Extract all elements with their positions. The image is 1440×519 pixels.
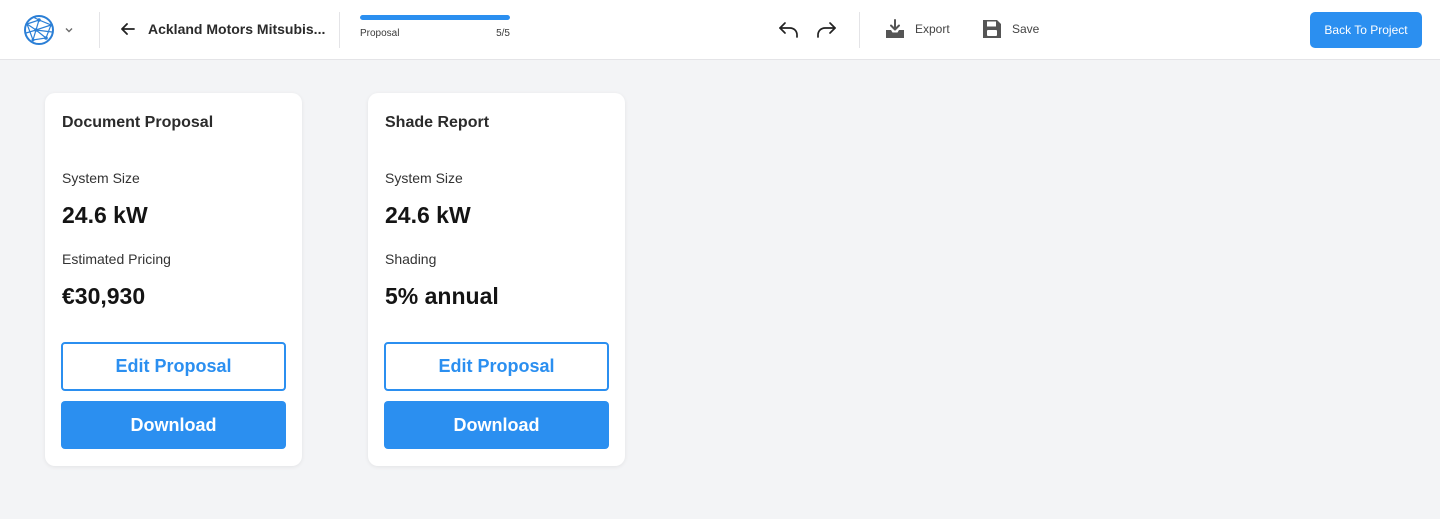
edit-proposal-button[interactable]: Edit Proposal	[61, 342, 286, 391]
top-toolbar: Ackland Motors Mitsubis... Proposal 5/5 …	[0, 0, 1440, 60]
save-label: Save	[1012, 22, 1040, 36]
estimated-pricing-value: €30,930	[62, 283, 146, 309]
toolbar-divider	[859, 12, 860, 48]
card-title: Shade Report	[385, 114, 490, 131]
arrow-left-icon[interactable]	[119, 20, 137, 38]
system-size-value: 24.6 kW	[385, 202, 471, 228]
toolbar-divider	[99, 12, 100, 48]
system-size-value: 24.6 kW	[62, 202, 148, 228]
progress-step: 5/5	[496, 28, 510, 39]
estimated-pricing-label: Estimated Pricing	[62, 251, 171, 267]
progress-fill	[360, 15, 510, 20]
save-button[interactable]: Save	[981, 18, 1039, 40]
system-size-label: System Size	[385, 170, 463, 186]
floppy-disk-icon	[983, 20, 1001, 38]
logo-menu[interactable]	[22, 13, 74, 47]
system-size-label: System Size	[62, 170, 140, 186]
shade-report-card: Shade Report System Size 24.6 kW Shading…	[368, 93, 625, 466]
back-to-project-button[interactable]: Back To Project	[1310, 12, 1422, 48]
chevron-down-icon	[65, 28, 73, 33]
edit-proposal-button[interactable]: Edit Proposal	[384, 342, 609, 391]
redo-icon[interactable]	[816, 18, 838, 40]
shading-label: Shading	[385, 251, 437, 267]
shading-value: 5% annual	[385, 283, 499, 309]
card-title: Document Proposal	[62, 114, 214, 131]
export-label: Export	[915, 22, 950, 36]
project-title: Ackland Motors Mitsubis...	[148, 21, 326, 37]
toolbar-divider	[339, 12, 340, 48]
progress-track	[360, 15, 510, 20]
globe-mesh-icon	[24, 15, 54, 45]
proposal-progress: Proposal 5/5	[360, 15, 510, 39]
document-proposal-card: Document Proposal System Size 24.6 kW Es…	[45, 93, 302, 466]
progress-label: Proposal	[360, 28, 400, 39]
export-button[interactable]: Export	[884, 18, 950, 40]
download-button[interactable]: Download	[384, 401, 609, 449]
undo-icon[interactable]	[777, 18, 799, 40]
download-button[interactable]: Download	[61, 401, 286, 449]
download-tray-icon	[886, 19, 904, 38]
